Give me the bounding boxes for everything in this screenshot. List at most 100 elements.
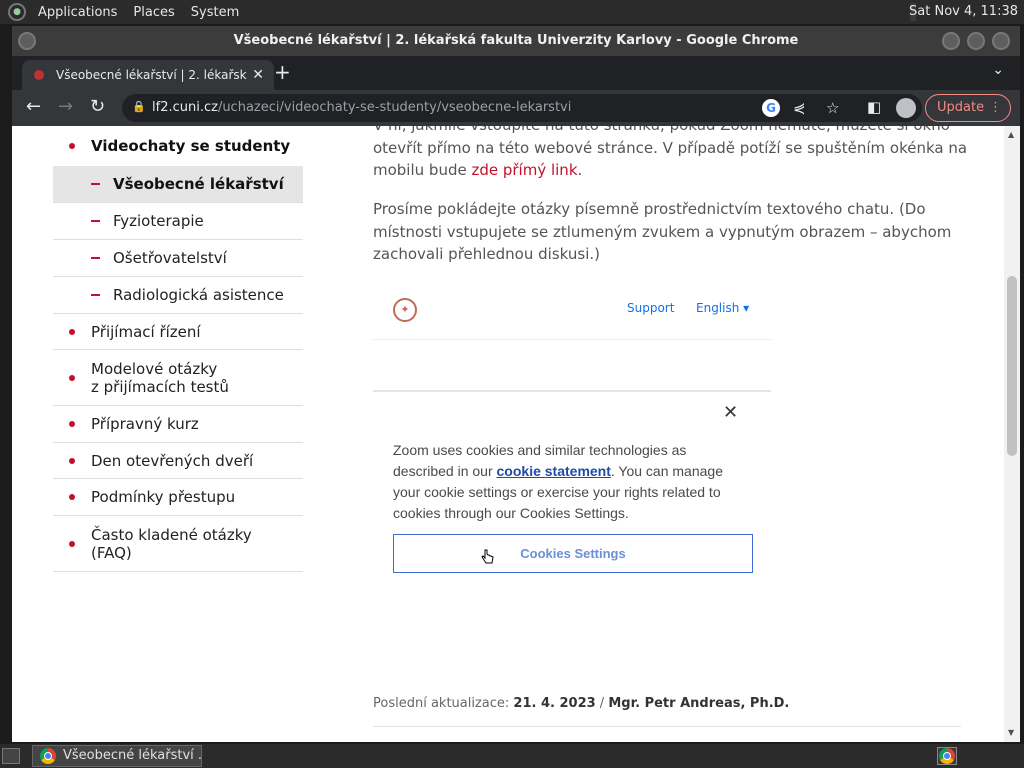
sidebar-item-label: Přípravný kurz — [91, 415, 199, 433]
bullet — [69, 143, 75, 149]
url-text[interactable]: lf2.cuni.cz/uchazeci/videochaty-se-stude… — [152, 100, 571, 115]
sidebar-item-label: Den otevřených dveří — [91, 451, 254, 470]
cookie-banner: ✕ Zoom uses cookies and similar technolo… — [373, 390, 771, 590]
scrollbar-thumb[interactable] — [1007, 276, 1017, 456]
university-seal-icon[interactable]: ✦ — [393, 298, 417, 322]
cookie-statement-link[interactable]: cookie statement — [497, 463, 611, 479]
cookie-text: Zoom uses cookies and similar technologi… — [393, 440, 738, 524]
window-menu-button[interactable] — [18, 32, 36, 50]
google-lens-icon[interactable]: G — [762, 99, 780, 117]
sidebar-subitem-vseobecne-lekarstvi[interactable]: Všeobecné lékařství — [53, 166, 303, 203]
forward-icon[interactable]: → — [58, 96, 73, 117]
sidebar-item-label: Podmínky přestupu — [91, 488, 236, 506]
sidebar-subitem-fyzioterapie[interactable]: Fyzioterapie — [53, 203, 303, 240]
scroll-up-icon[interactable]: ▲ — [1008, 130, 1014, 139]
footer-divider — [373, 726, 961, 727]
side-panel-icon[interactable]: ◧ — [867, 98, 881, 116]
sidebar-item-label: Modelové otázky z přijímacích testů — [91, 360, 229, 396]
language-label: English — [696, 301, 740, 315]
last-update-footer: Poslední aktualizace: 21. 4. 2023 / Mgr.… — [373, 696, 961, 711]
intro-line-3: mobilu bude zde přímý link. — [373, 159, 973, 182]
sidebar-item-faq[interactable]: Často kladené otázky (FAQ) — [53, 516, 303, 572]
sidebar-item-podminky-prestupu[interactable]: Podmínky přestupu — [53, 479, 303, 516]
intro-period: . — [577, 161, 583, 179]
close-icon[interactable]: ✕ — [723, 402, 738, 423]
sidebar-nav: Videochaty se studenty Všeobecné lékařst… — [53, 126, 303, 572]
intro-line-1: V ní, jakmile vstoupíte na tuto stránku,… — [373, 126, 973, 137]
favicon-icon — [34, 70, 44, 80]
sidebar-item-label: Videochaty se studenty — [91, 137, 291, 155]
sidebar-item-prijimaci-rizeni[interactable]: Přijímací řízení — [53, 314, 303, 350]
update-date: 21. 4. 2023 — [513, 696, 596, 711]
address-bar[interactable]: 🔒 lf2.cuni.cz/uchazeci/videochaty-se-stu… — [122, 94, 922, 122]
sidebar-item-den-otevrenych-dveri[interactable]: Den otevřených dveří — [53, 443, 303, 479]
zoom-header: ✦ Support English ▾ — [373, 284, 771, 340]
sidebar-item-pripravny-kurz[interactable]: Přípravný kurz — [53, 406, 303, 443]
close-window-button[interactable] — [992, 32, 1010, 50]
bullet — [69, 421, 75, 427]
direct-link[interactable]: zde přímý link — [471, 161, 577, 179]
menu-places[interactable]: Places — [129, 5, 178, 20]
zoom-support-link[interactable]: Support — [627, 301, 674, 315]
sidebar-item-label: Radiologická asistence — [113, 286, 284, 304]
footer-separator: / — [595, 696, 609, 711]
cookies-settings-button[interactable]: Cookies Settings — [393, 534, 753, 573]
language-dropdown[interactable]: English ▾ — [696, 301, 749, 315]
sidebar-item-label: Často kladené otázky (FAQ) — [91, 526, 252, 562]
tray-chrome-icon[interactable] — [937, 747, 957, 765]
update-author: Mgr. Petr Andreas, Ph.D. — [608, 696, 790, 711]
show-desktop-icon[interactable] — [2, 748, 20, 764]
url-path: /uchazeci/videochaty-se-studenty/vseobec… — [217, 100, 572, 115]
desktop-top-panel: ● Applications Places System Sat Nov 4, … — [0, 0, 1024, 24]
maximize-button[interactable] — [967, 32, 985, 50]
menu-system[interactable]: System — [187, 5, 243, 20]
tab-search-chevron-icon[interactable]: ⌄ — [992, 62, 1004, 78]
new-tab-icon[interactable]: + — [274, 60, 291, 84]
tab-close-icon[interactable]: ✕ — [252, 60, 264, 90]
menu-applications[interactable]: Applications — [34, 5, 121, 20]
chrome-icon — [939, 748, 955, 764]
minimize-button[interactable] — [942, 32, 960, 50]
label-line-2: (FAQ) — [91, 543, 132, 562]
sidebar-item-label: Všeobecné lékařství — [113, 175, 284, 193]
taskbar-task-label: Všeobecné lékařství ... — [63, 748, 202, 763]
intro-line-2: otevřít přímo na této webové stránce. V … — [373, 138, 968, 157]
back-icon[interactable]: ← — [26, 96, 41, 117]
sidebar-item-videochaty[interactable]: Videochaty se studenty — [53, 126, 303, 166]
window-titlebar[interactable]: Všeobecné lékařství | 2. lékařská fakult… — [12, 26, 1020, 56]
bookmark-star-icon[interactable]: ☆ — [826, 99, 839, 117]
reload-icon[interactable]: ↻ — [90, 96, 105, 117]
cookies-settings-label: Cookies Settings — [520, 546, 626, 561]
sidebar-item-modelove-otazky[interactable]: Modelové otázky z přijímacích testů — [53, 350, 303, 406]
chrome-icon — [40, 748, 56, 764]
chat-instructions-paragraph: Prosíme pokládejte otázky písemně prostř… — [373, 200, 952, 263]
browser-toolbar: ← → ↻ 🔒 lf2.cuni.cz/uchazeci/videochaty-… — [12, 90, 1020, 126]
url-host: lf2.cuni.cz — [152, 100, 218, 115]
sidebar-item-label: Přijímací řízení — [91, 322, 201, 341]
lock-icon[interactable]: 🔒 — [132, 100, 146, 113]
scroll-down-icon[interactable]: ▼ — [1008, 728, 1014, 737]
zoom-embed: ✦ Support English ▾ ✕ Zoom uses cookies … — [373, 284, 773, 584]
intro-paragraph: V ní, jakmile vstoupíte na tuto stránku,… — [373, 126, 973, 182]
taskbar-chrome-window[interactable]: Všeobecné lékařství ... — [32, 745, 202, 767]
distro-logo-icon[interactable]: ● — [8, 3, 26, 21]
update-button[interactable]: Update ⋮ — [925, 94, 1011, 122]
profile-avatar-icon[interactable] — [896, 98, 916, 118]
intro-line-3-text: mobilu bude — [373, 161, 472, 179]
sidebar-subitem-radiologicka-asistence[interactable]: Radiologická asistence — [53, 277, 303, 314]
tab-active[interactable]: Všeobecné lékařství | 2. lékařsk ✕ — [22, 60, 274, 90]
bullet — [69, 457, 75, 464]
menu-dots-icon[interactable]: ⋮ — [989, 95, 1002, 121]
caret-down-icon: ▾ — [743, 301, 750, 315]
label-line-1: Často kladené otázky — [91, 525, 252, 544]
page-scrollbar[interactable]: ▲ ▼ — [1004, 126, 1020, 742]
footer-label: Poslední aktualizace: — [373, 696, 514, 711]
page-viewport: Videochaty se studenty Všeobecné lékařst… — [12, 126, 1004, 742]
update-label: Update — [937, 100, 985, 115]
share-icon[interactable]: ⋞ — [793, 99, 806, 117]
clock[interactable]: Sat Nov 4, 11:38 — [909, 4, 1018, 19]
tab-strip: Všeobecné lékařství | 2. lékařsk ✕ + ⌄ — [12, 56, 1020, 90]
sidebar-subitem-osetrovatelstvi[interactable]: Ošetřovatelství — [53, 240, 303, 277]
label-line-2: z přijímacích testů — [91, 377, 229, 396]
label-line-1: Modelové otázky — [91, 359, 218, 378]
